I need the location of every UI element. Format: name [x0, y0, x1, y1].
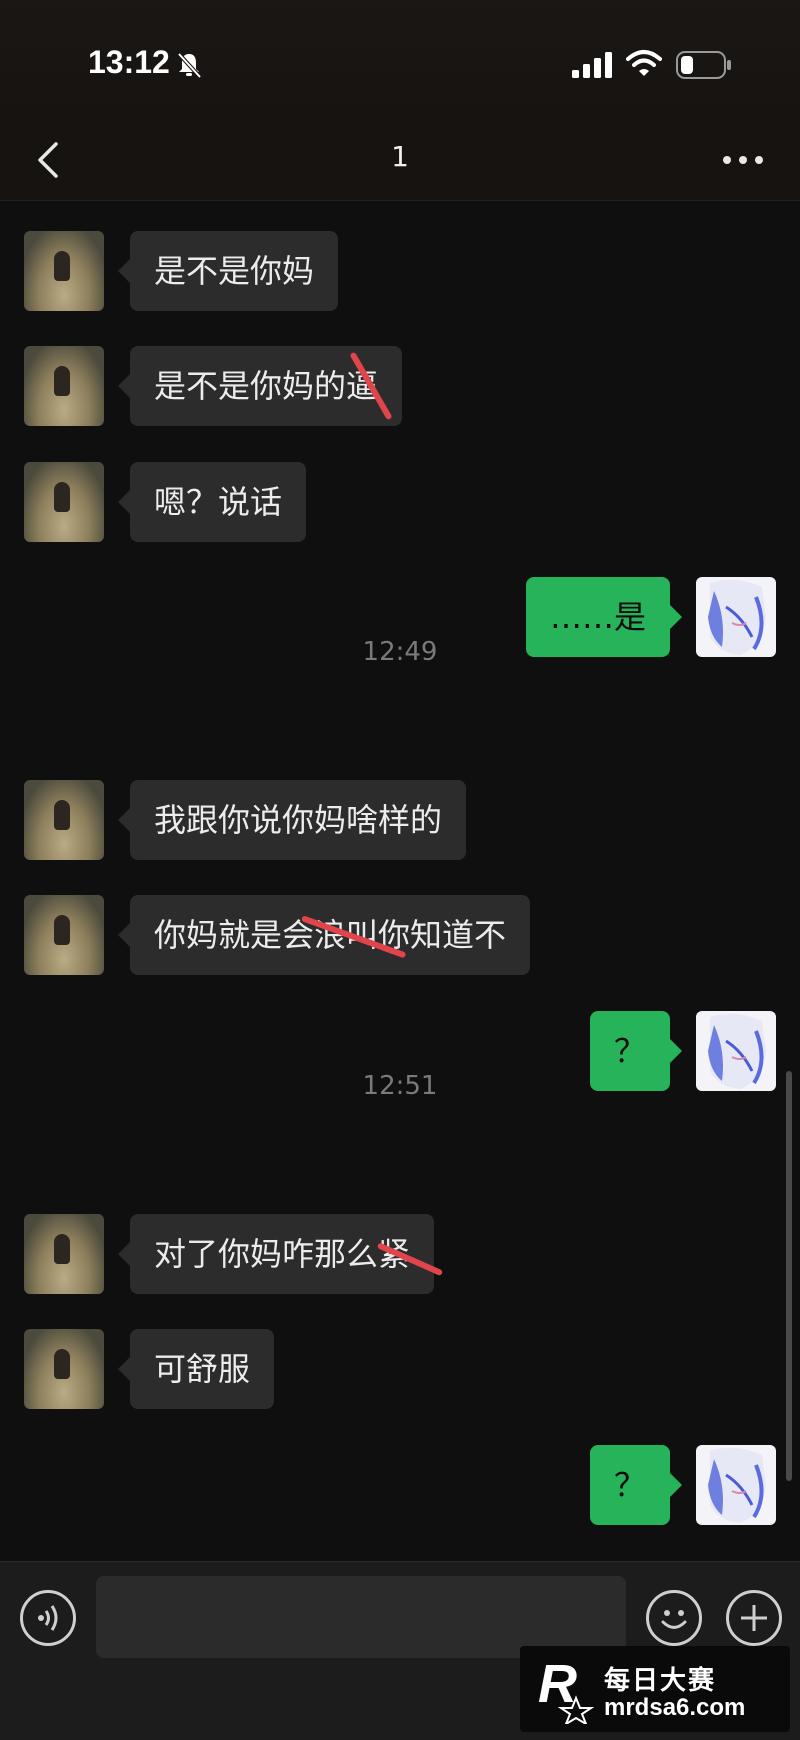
peer-avatar[interactable]: [24, 895, 104, 975]
chat-title: 1: [391, 140, 409, 173]
anime-avatar-icon: [708, 1447, 766, 1523]
watermark-domain: mrdsa6.com: [604, 1694, 746, 1721]
battery-icon: [676, 51, 731, 79]
peer-avatar[interactable]: [24, 780, 104, 860]
peer-message-bubble[interactable]: 是不是你妈: [117, 231, 339, 311]
svg-text:R: R: [538, 1654, 577, 1714]
peer-avatar[interactable]: [24, 346, 104, 426]
peer-message-bubble[interactable]: 是不是你妈的逼: [117, 346, 403, 426]
peer-avatar[interactable]: [24, 231, 104, 311]
self-avatar[interactable]: [696, 1445, 776, 1525]
message-row: 可舒服: [0, 1327, 800, 1411]
peer-message-bubble[interactable]: 可舒服: [117, 1329, 275, 1409]
chat-area[interactable]: 是不是你妈 是不是你妈的逼 嗯？说话 ……是 12:49 我跟你说你妈啥样的 你…: [0, 201, 800, 1561]
watermark-name: 每日大赛: [604, 1666, 717, 1696]
message-row: ？: [0, 1443, 800, 1527]
watermark: R 每日大赛 mrdsa6.com: [520, 1646, 790, 1732]
message-row: 我跟你说你妈啥样的: [0, 778, 800, 862]
voice-icon[interactable]: [20, 1590, 76, 1646]
message-row: 是不是你妈: [0, 229, 800, 313]
status-bar: 13:12: [0, 0, 800, 120]
status-time: 13:12: [88, 44, 170, 80]
wifi-icon: [626, 50, 662, 76]
self-message-bubble[interactable]: ？: [589, 1445, 683, 1525]
message-row: 是不是你妈的逼: [0, 344, 800, 428]
scrollbar[interactable]: [786, 1071, 792, 1481]
chat-header: 1: [0, 120, 800, 201]
peer-message-bubble[interactable]: 嗯？说话: [117, 462, 307, 542]
peer-avatar[interactable]: [24, 1214, 104, 1294]
peer-message-bubble[interactable]: 对了你妈咋那么紧: [117, 1214, 435, 1294]
peer-avatar[interactable]: [24, 1329, 104, 1409]
peer-message-bubble[interactable]: 我跟你说你妈啥样的: [117, 780, 467, 860]
plus-icon[interactable]: [726, 1590, 782, 1646]
message-row: 嗯？说话: [0, 460, 800, 544]
message-row: 对了你妈咋那么紧: [0, 1212, 800, 1296]
peer-message-bubble[interactable]: 你妈就是会浪叫你知道不: [117, 895, 531, 975]
timestamp: 12:51: [362, 1071, 438, 1101]
watermark-logo: R: [538, 1654, 594, 1724]
timestamp: 12:49: [362, 637, 438, 667]
peer-avatar[interactable]: [24, 462, 104, 542]
signal-icon: [572, 52, 612, 78]
more-dots-icon[interactable]: [718, 140, 768, 180]
bell-muted-icon: [177, 52, 202, 79]
emoji-icon[interactable]: [646, 1590, 702, 1646]
message-row: 你妈就是会浪叫你知道不: [0, 893, 800, 977]
